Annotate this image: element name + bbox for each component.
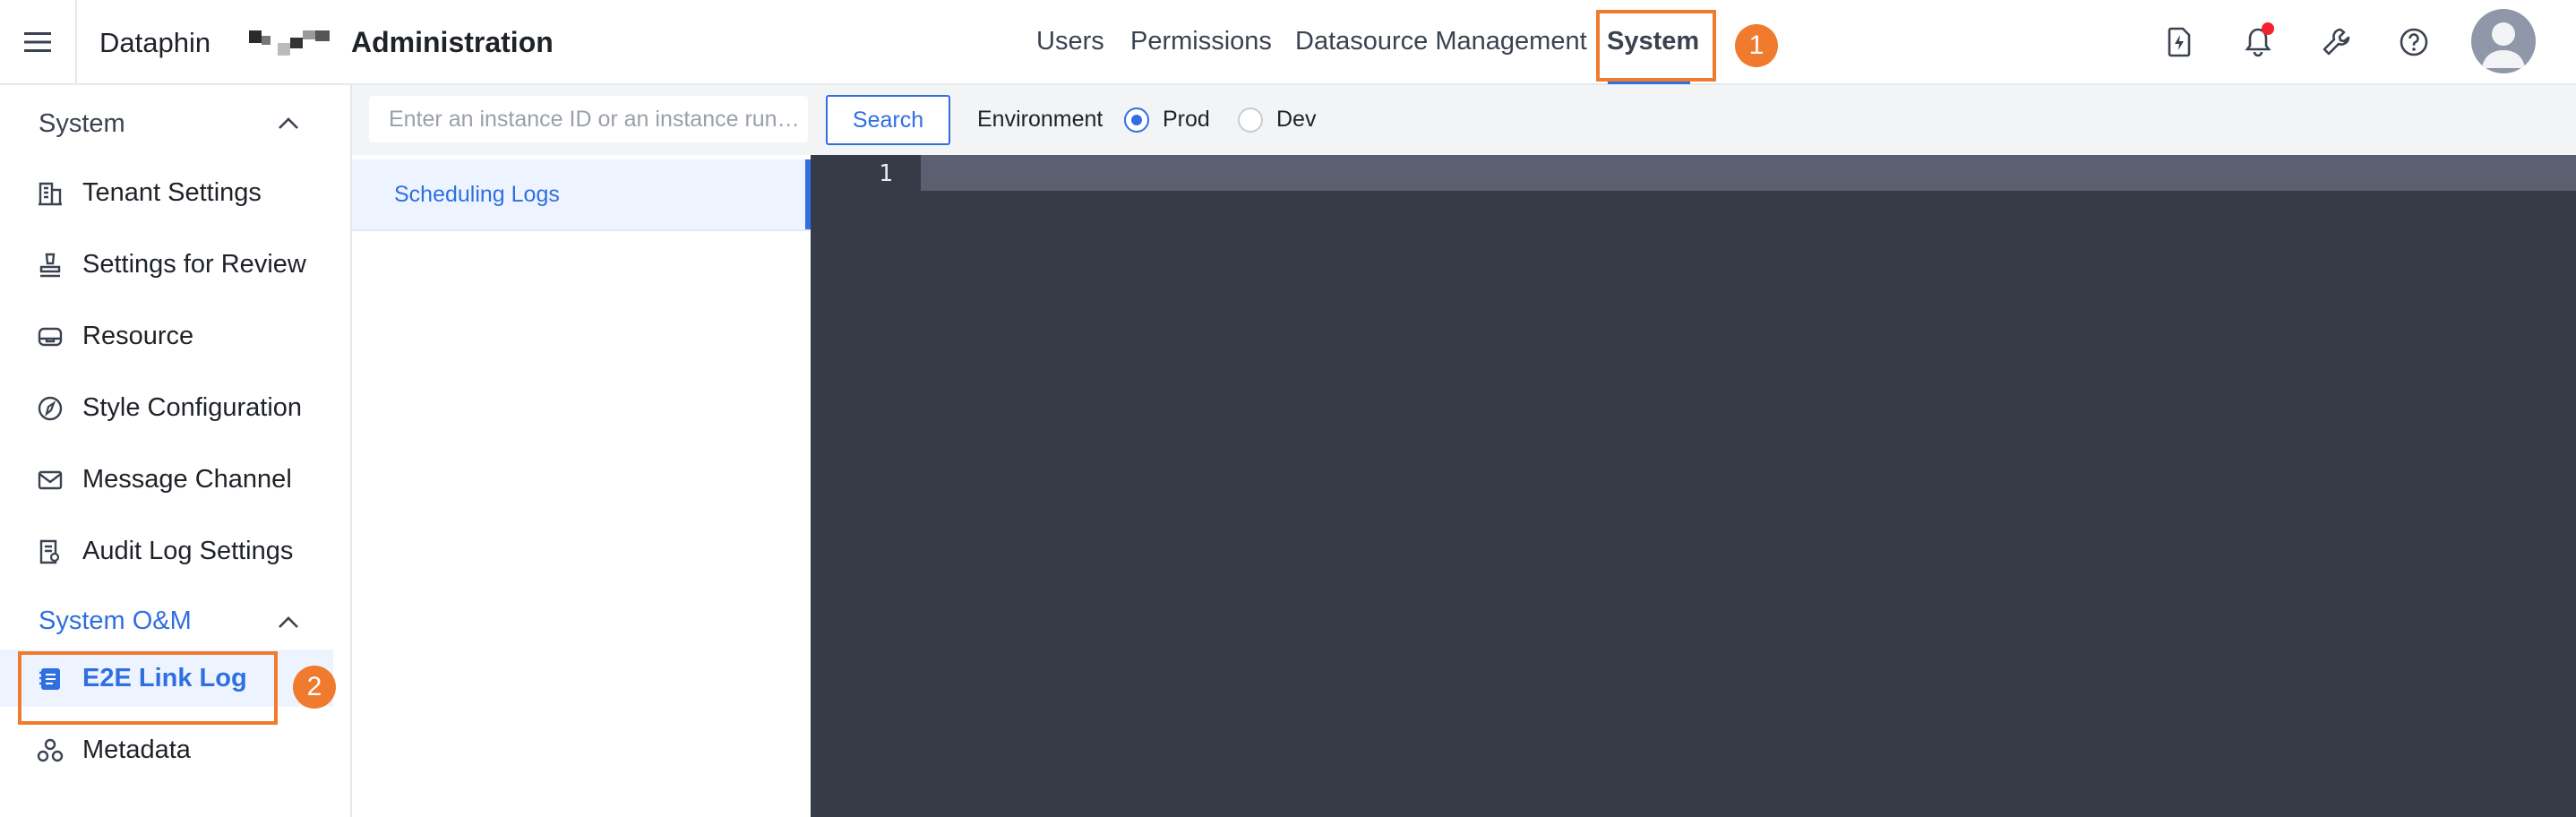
sidebar-item-message-channel[interactable]: Message Channel <box>0 451 333 508</box>
highlight-box-e2e-link-log <box>18 651 278 725</box>
log-viewer-editor[interactable]: 1 <box>811 155 2576 817</box>
stamp-icon <box>39 253 61 278</box>
nav-datasource-management[interactable]: Datasource Management <box>1295 27 1587 56</box>
sidebar-item-label: Settings for Review <box>82 250 306 279</box>
hamburger-menu-button[interactable] <box>0 0 77 83</box>
mail-icon <box>38 470 63 490</box>
sidebar-item-resource[interactable]: Resource <box>0 307 333 365</box>
line-number: 1 <box>879 160 893 187</box>
sidebar-item-label: Resource <box>82 322 194 350</box>
environment-label: Environment <box>977 107 1103 132</box>
instance-search-input[interactable]: Enter an instance ID or an instance run… <box>369 96 808 142</box>
env-radio-prod[interactable] <box>1124 108 1149 133</box>
highlight-box-system <box>1596 10 1716 82</box>
audit-icon <box>39 539 60 564</box>
line-number-gutter <box>811 155 921 817</box>
logo-mark <box>249 27 331 56</box>
nav-users[interactable]: Users <box>1036 27 1104 56</box>
sidebar-item-settings-for-review[interactable]: Settings for Review <box>0 236 333 293</box>
top-header: Dataphin Administration Users Permission… <box>0 0 2576 85</box>
sidebar-item-audit-log-settings[interactable]: Audit Log Settings <box>0 522 333 580</box>
resource-icon <box>38 327 63 347</box>
nav-permissions[interactable]: Permissions <box>1130 27 1272 56</box>
search-button[interactable]: Search <box>826 95 950 145</box>
sidebar-item-tenant-settings[interactable]: Tenant Settings <box>0 164 333 221</box>
list-item-label: Scheduling Logs <box>394 182 560 207</box>
sidebar-item-label: Style Configuration <box>82 393 303 422</box>
metadata-icon <box>37 738 64 762</box>
compass-icon <box>38 396 63 421</box>
env-radio-dev-label[interactable]: Dev <box>1276 107 1316 133</box>
product-logo-text: Dataphin <box>99 27 211 58</box>
wrench-icon[interactable] <box>2316 22 2356 62</box>
notification-dot <box>2262 22 2274 35</box>
lightning-doc-icon[interactable] <box>2160 22 2199 62</box>
menu-icon <box>24 31 51 52</box>
page-title: Administration <box>351 26 554 58</box>
chevron-up-icon[interactable] <box>276 115 301 133</box>
callout-badge-1: 1 <box>1735 24 1778 67</box>
current-line-highlight <box>921 155 2576 191</box>
list-item-scheduling-logs[interactable]: Scheduling Logs <box>352 159 811 231</box>
sidebar-item-label: Metadata <box>82 735 191 764</box>
sidebar-section-system-om[interactable]: System O&M <box>39 606 192 636</box>
env-radio-prod-label[interactable]: Prod <box>1163 107 1210 133</box>
sidebar-item-label: Message Channel <box>82 465 292 494</box>
sidebar-item-style-configuration[interactable]: Style Configuration <box>0 379 333 436</box>
sidebar-item-label: Audit Log Settings <box>82 537 294 565</box>
chevron-up-icon[interactable] <box>276 614 301 632</box>
callout-badge-2: 2 <box>293 666 336 709</box>
user-avatar[interactable] <box>2471 9 2536 73</box>
help-icon[interactable] <box>2394 22 2434 62</box>
sidebar-section-system[interactable]: System <box>39 109 125 139</box>
sidebar-item-metadata[interactable]: Metadata <box>0 721 333 778</box>
building-icon <box>39 182 62 206</box>
sidebar-item-label: Tenant Settings <box>82 178 262 207</box>
env-radio-dev[interactable] <box>1238 108 1263 133</box>
